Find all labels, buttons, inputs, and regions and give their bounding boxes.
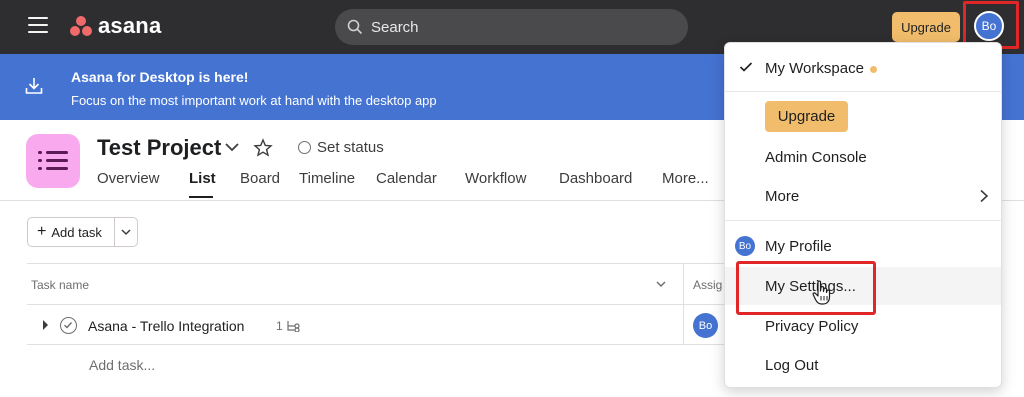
- subtask-count[interactable]: 1: [276, 319, 302, 333]
- task-name[interactable]: Asana - Trello Integration: [88, 318, 244, 334]
- subtask-count-value: 1: [276, 319, 283, 333]
- hand-cursor-icon: [812, 280, 831, 305]
- subtask-icon: [287, 321, 300, 332]
- account-dropdown-menu: My Workspace Upgrade Admin Console More …: [724, 42, 1002, 388]
- menu-divider: [725, 91, 1001, 92]
- set-status-button[interactable]: Set status: [317, 139, 384, 156]
- status-circle-icon[interactable]: [298, 141, 311, 154]
- banner-subtitle: Focus on the most important work at hand…: [71, 93, 437, 108]
- project-title[interactable]: Test Project: [97, 135, 221, 161]
- chevron-down-icon[interactable]: [223, 140, 241, 154]
- asana-logo-icon: [70, 16, 92, 36]
- active-tab-underline: [189, 196, 213, 198]
- user-avatar-button[interactable]: Bo: [974, 11, 1004, 41]
- tab-calendar[interactable]: Calendar: [376, 170, 437, 187]
- table-top-border: [27, 263, 747, 264]
- asana-logo[interactable]: asana: [70, 13, 161, 39]
- expand-caret-icon[interactable]: [40, 319, 50, 331]
- plus-icon: +: [37, 223, 47, 240]
- tab-list[interactable]: List: [189, 170, 216, 187]
- tab-board[interactable]: Board: [240, 170, 280, 187]
- upgrade-button[interactable]: Upgrade: [892, 12, 960, 42]
- tab-more[interactable]: More...: [662, 170, 709, 187]
- search-placeholder: Search: [371, 18, 419, 36]
- chevron-down-icon[interactable]: [655, 279, 667, 289]
- hamburger-menu-icon[interactable]: [28, 17, 48, 35]
- menu-item-more[interactable]: More: [765, 188, 799, 205]
- task-complete-checkbox[interactable]: [60, 317, 77, 334]
- column-header-task-name[interactable]: Task name: [31, 278, 89, 292]
- notification-dot: [869, 65, 877, 73]
- table-header-border: [27, 304, 747, 305]
- project-list-icon[interactable]: [26, 134, 80, 188]
- menu-divider: [725, 220, 1001, 221]
- add-task-dropdown-button[interactable]: [115, 227, 137, 237]
- menu-item-privacy-policy[interactable]: Privacy Policy: [765, 318, 858, 335]
- search-icon: [347, 19, 363, 35]
- star-icon[interactable]: [253, 138, 273, 158]
- add-task-button[interactable]: + Add task: [28, 218, 116, 246]
- settings-highlight-box: [736, 261, 876, 315]
- table-row-border: [27, 344, 747, 345]
- menu-item-my-profile[interactable]: My Profile: [765, 238, 832, 255]
- column-header-assignee[interactable]: Assig: [693, 278, 722, 292]
- chevron-right-icon[interactable]: [979, 189, 989, 203]
- search-bar[interactable]: Search: [335, 9, 688, 45]
- menu-upgrade-button[interactable]: Upgrade: [765, 101, 848, 132]
- add-task-split-button: + Add task: [27, 217, 138, 247]
- menu-item-log-out[interactable]: Log Out: [765, 357, 818, 374]
- add-task-row[interactable]: Add task...: [89, 357, 155, 373]
- menu-item-admin-console[interactable]: Admin Console: [765, 149, 867, 166]
- check-icon: [64, 322, 73, 329]
- tab-dashboard[interactable]: Dashboard: [559, 170, 632, 187]
- logo-text: asana: [98, 13, 162, 38]
- workspace-label: My Workspace: [765, 60, 864, 77]
- banner-title: Asana for Desktop is here!: [71, 69, 249, 85]
- menu-item-my-workspace[interactable]: My Workspace: [765, 60, 877, 77]
- tab-workflow[interactable]: Workflow: [465, 170, 526, 187]
- add-task-label: Add task: [51, 224, 102, 240]
- download-icon: [25, 78, 43, 94]
- checkmark-icon: [739, 62, 753, 72]
- tab-timeline[interactable]: Timeline: [299, 170, 355, 187]
- chevron-down-icon: [121, 229, 131, 236]
- assignee-avatar[interactable]: Bo: [693, 313, 718, 338]
- tab-overview[interactable]: Overview: [97, 170, 160, 187]
- profile-avatar: Bo: [735, 236, 755, 256]
